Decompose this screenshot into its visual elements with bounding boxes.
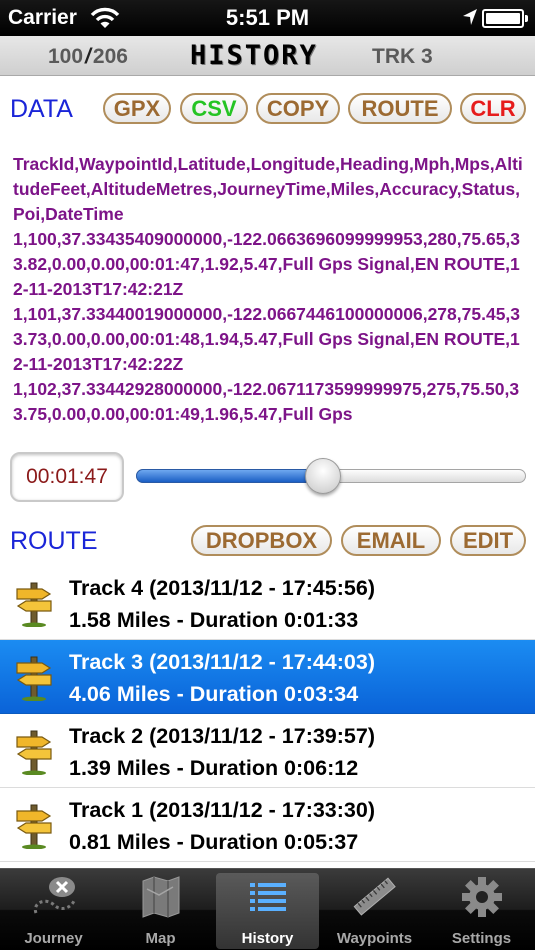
status-bar: Carrier 5:51 PM [0,0,535,36]
tab-label: Settings [451,930,512,947]
track-row[interactable]: Track 2 (2013/11/12 - 17:39:57) 1.39 Mile… [0,714,535,788]
edit-button[interactable]: EDIT [450,525,526,556]
tab-history[interactable]: History [214,869,321,950]
csv-data-text[interactable]: TrackId,WaypointId,Latitude,Longitude,He… [13,152,525,427]
battery-icon [482,9,528,28]
tab-settings[interactable]: Settings [428,869,535,950]
signpost-icon [14,729,54,776]
route-button[interactable]: ROUTE [348,93,452,124]
track-title: Track 3 (2013/11/12 - 17:44:03) [69,650,375,674]
signpost-icon [14,803,54,850]
record-counter: 100/206 [48,45,128,69]
tab-label: Map [145,930,176,947]
current-record: 100 [48,45,84,68]
copy-button[interactable]: COPY [256,93,340,124]
signpost-icon [14,581,54,628]
tab-label: Journey [24,930,83,947]
track-summary: 1.58 Miles - Duration 0:01:33 [69,608,359,632]
track-title: Track 2 (2013/11/12 - 17:39:57) [69,724,375,748]
track-summary: 0.81 Miles - Duration 0:05:37 [69,830,359,854]
tab-label: History [241,930,294,947]
clock: 5:51 PM [225,5,310,30]
gear-icon [458,875,506,919]
csv-button[interactable]: CSV [180,93,248,124]
data-label: DATA [10,95,73,123]
track-row[interactable]: Track 4 (2013/11/12 - 17:45:56) 1.58 Mile… [0,566,535,640]
journey-icon [30,875,78,919]
track-title: Track 1 (2013/11/12 - 17:33:30) [69,798,375,822]
track-summary: 4.06 Miles - Duration 0:03:34 [69,682,359,706]
track-row[interactable]: Track 3 (2013/11/12 - 17:44:03) 4.06 Mile… [0,640,535,714]
track-list: Track 4 (2013/11/12 - 17:45:56) 1.58 Mile… [0,566,535,862]
ruler-icon [351,875,399,919]
gpx-button[interactable]: GPX [103,93,171,124]
email-button[interactable]: EMAIL [341,525,441,556]
tab-journey[interactable]: Journey [0,869,107,950]
track-row[interactable]: Track 1 (2013/11/12 - 17:33:30) 0.81 Mile… [0,788,535,862]
journey-time-display: 00:01:47 [10,452,124,502]
signpost-icon [14,655,54,702]
page-title: HISTORY [190,40,318,71]
app-screen: Carrier 5:51 PM 100/206 HISTORY TRK 3 DA… [0,0,535,950]
tab-map[interactable]: Map [107,869,214,950]
slider-thumb[interactable] [305,458,342,494]
list-icon [244,875,292,919]
playback-slider[interactable] [136,458,526,494]
tab-bar: Journey Map History Waypoints Settings [0,868,535,950]
track-indicator: TRK 3 [372,45,433,68]
track-title: Track 4 (2013/11/12 - 17:45:56) [69,576,375,600]
tab-waypoints[interactable]: Waypoints [321,869,428,950]
map-icon [137,875,185,919]
clear-button[interactable]: CLR [460,93,526,124]
history-header: 100/206 HISTORY TRK 3 [0,36,535,76]
slider-fill [136,469,324,483]
location-arrow-icon [462,8,478,31]
counter-separator: / [85,45,91,68]
track-summary: 1.39 Miles - Duration 0:06:12 [69,756,359,780]
route-label: ROUTE [10,527,98,555]
total-records: 206 [92,45,128,68]
dropbox-button[interactable]: DROPBOX [191,525,332,556]
tab-label: Waypoints [336,930,413,947]
